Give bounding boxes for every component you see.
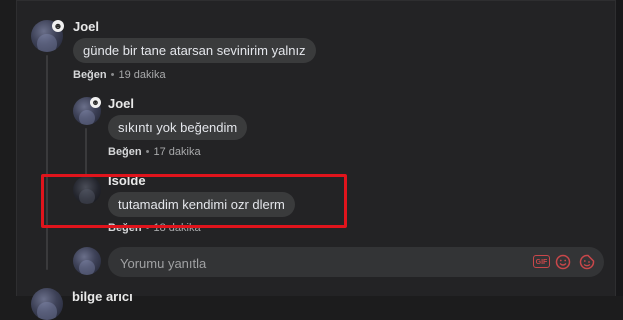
separator: • <box>145 222 150 234</box>
thread-line <box>85 128 87 180</box>
smiley-badge-icon: ☻ <box>90 97 101 108</box>
comment-author[interactable]: Joel <box>108 96 134 111</box>
gif-icon[interactable]: GIF <box>533 255 550 268</box>
scrollbar-track[interactable] <box>616 0 623 296</box>
comment-text: tutamadim kendimi ozr dlerm <box>108 192 295 217</box>
timestamp[interactable]: 17 dakika <box>153 146 200 158</box>
reply-input[interactable] <box>118 247 522 279</box>
emoji-icon[interactable] <box>555 254 571 270</box>
separator: • <box>145 146 150 158</box>
smiley-badge-icon: ☻ <box>52 20 64 32</box>
avatar-image <box>37 34 57 52</box>
comment-meta: Beğen • 18 dakika <box>108 222 201 234</box>
comment-text: günde bir tane atarsan sevinirim yalnız <box>73 38 316 63</box>
like-button[interactable]: Beğen <box>108 146 142 158</box>
avatar-image <box>78 109 96 125</box>
comment-text: sıkıntı yok beğendim <box>108 115 248 140</box>
like-button[interactable]: Beğen <box>73 69 107 81</box>
like-button[interactable]: Beğen <box>108 222 142 234</box>
avatar-image <box>37 302 57 320</box>
comment-meta: Beğen • 19 dakika <box>73 69 166 81</box>
avatar-image <box>78 188 96 204</box>
timestamp[interactable]: 19 dakika <box>118 69 165 81</box>
current-user-avatar <box>73 247 101 275</box>
reply-box[interactable]: GIF <box>108 247 604 279</box>
avatar-image <box>78 259 96 275</box>
comment-meta: Beğen • 17 dakika <box>108 146 201 158</box>
comment-author[interactable]: Isolde <box>108 173 146 188</box>
comment-author[interactable]: bilge arıcı <box>72 289 133 304</box>
separator: • <box>110 69 115 81</box>
timestamp[interactable]: 18 dakika <box>153 222 200 234</box>
thread-line <box>46 55 48 270</box>
comment-author[interactable]: Joel <box>73 19 99 34</box>
sticker-icon[interactable] <box>579 254 595 270</box>
avatar[interactable] <box>31 288 63 320</box>
avatar[interactable] <box>73 176 101 204</box>
